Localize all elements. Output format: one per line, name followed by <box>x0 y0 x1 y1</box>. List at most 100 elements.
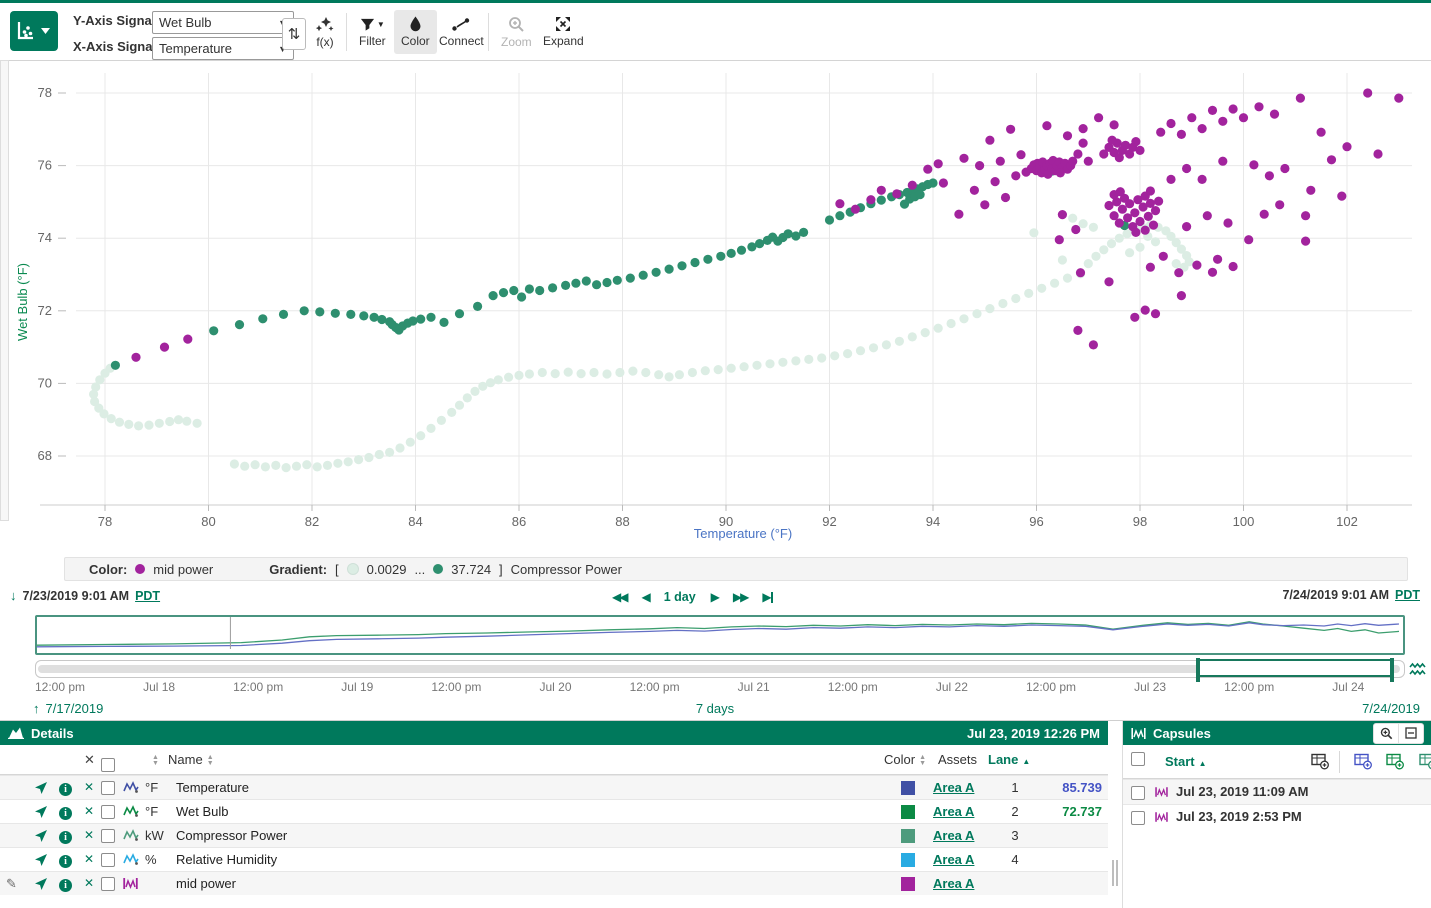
scatter-point[interactable] <box>1073 149 1082 158</box>
scatter-point[interactable] <box>1394 94 1403 103</box>
scatter-point[interactable] <box>313 462 322 471</box>
scatter-point[interactable] <box>463 393 472 402</box>
expand-button[interactable]: Expand <box>536 10 591 54</box>
info-icon[interactable]: i <box>59 807 72 820</box>
range-selection[interactable] <box>1196 659 1394 677</box>
scatter-point[interactable] <box>954 210 963 219</box>
scatter-point[interactable] <box>1213 255 1222 264</box>
scatter-point[interactable] <box>784 229 793 238</box>
scatter-point[interactable] <box>354 455 363 464</box>
timezone-link[interactable]: PDT <box>1395 588 1420 602</box>
scatter-point[interactable] <box>1174 268 1183 277</box>
scatter-point[interactable] <box>1270 110 1279 119</box>
scatter-point[interactable] <box>1029 228 1038 237</box>
scatter-point[interactable] <box>1208 268 1217 277</box>
row-checkbox[interactable] <box>1131 786 1145 800</box>
scatter-point[interactable] <box>1050 279 1059 288</box>
scatter-point[interactable] <box>830 351 839 360</box>
scatter-point[interactable] <box>765 359 774 368</box>
scatter-point[interactable] <box>908 181 917 190</box>
scatter-point[interactable] <box>1037 284 1046 293</box>
scatter-point[interactable] <box>364 453 373 462</box>
scatter-point[interactable] <box>535 286 544 295</box>
scatter-point[interactable] <box>494 375 503 384</box>
scatter-point[interactable] <box>727 364 736 373</box>
row-checkbox[interactable] <box>101 853 115 867</box>
scatter-point[interactable] <box>1363 88 1372 97</box>
scatter-point[interactable] <box>489 291 498 300</box>
range-scrollbar-track[interactable] <box>35 660 1405 678</box>
scatter-point[interactable] <box>124 420 133 429</box>
scatter-point[interactable] <box>804 355 813 364</box>
zoom-to-capsule-button[interactable] <box>1373 723 1399 744</box>
scatter-point[interactable] <box>144 421 153 430</box>
scatter-point[interactable] <box>928 178 937 187</box>
scatter-point[interactable] <box>1151 237 1160 246</box>
timezone-link[interactable]: PDT <box>135 589 160 603</box>
scatter-point[interactable] <box>344 457 353 466</box>
scatter-point[interactable] <box>182 417 191 426</box>
scatter-point[interactable] <box>1154 197 1163 206</box>
scatter-point[interactable] <box>980 200 989 209</box>
scatter-point[interactable] <box>1249 160 1258 169</box>
scatter-point[interactable] <box>1239 113 1248 122</box>
scatter-point[interactable] <box>791 356 800 365</box>
scatter-point[interactable] <box>1327 155 1336 164</box>
scatter-point[interactable] <box>561 281 570 290</box>
remove-all-icon[interactable]: ✕ <box>84 745 95 774</box>
scatter-point[interactable] <box>408 316 417 325</box>
scatter-point[interactable] <box>970 186 979 195</box>
scatter-point[interactable] <box>1125 248 1134 257</box>
scatter-point[interactable] <box>892 189 901 198</box>
scatter-point[interactable] <box>331 309 340 318</box>
scatter-point[interactable] <box>1131 137 1140 146</box>
add-column-icon[interactable] <box>1311 753 1330 770</box>
scatter-point[interactable] <box>1104 277 1113 286</box>
scatter-point[interactable] <box>778 358 787 367</box>
scatter-point[interactable] <box>1116 187 1125 196</box>
scatter-point[interactable] <box>1089 223 1098 232</box>
scatter-point[interactable] <box>1146 186 1155 195</box>
scatter-point[interactable] <box>115 418 124 427</box>
scatter-point[interactable] <box>111 361 120 370</box>
step-forward-fast-button[interactable]: ▶▶ <box>733 590 747 604</box>
scatter-point[interactable] <box>548 283 557 292</box>
scatter-point[interactable] <box>1218 117 1227 126</box>
scatter-point[interactable] <box>1084 157 1093 166</box>
scatter-point[interactable] <box>975 161 984 170</box>
scatter-point[interactable] <box>869 343 878 352</box>
scatter-point[interactable] <box>654 370 663 379</box>
scatter-point[interactable] <box>258 314 267 323</box>
scatter-point[interactable] <box>1125 199 1134 208</box>
info-icon[interactable]: i <box>59 879 72 892</box>
scatter-point[interactable] <box>851 205 860 214</box>
scatter-point[interactable] <box>333 459 342 468</box>
asset-link[interactable]: Area A <box>933 800 974 823</box>
scatter-point[interactable] <box>1055 235 1064 244</box>
scatter-point[interactable] <box>1016 150 1025 159</box>
scatter-point[interactable] <box>641 368 650 377</box>
scatter-point[interactable] <box>1107 239 1116 248</box>
scatter-point[interactable] <box>359 311 368 320</box>
scatter-point[interactable] <box>455 401 464 410</box>
scatter-point[interactable] <box>439 318 448 327</box>
scatter-point[interactable] <box>1159 252 1168 261</box>
scatter-point[interactable] <box>416 431 425 440</box>
scatter-point[interactable] <box>302 460 311 469</box>
scatter-point[interactable] <box>1011 294 1020 303</box>
scatter-point[interactable] <box>1172 259 1181 268</box>
capsule-time-icon[interactable] <box>1408 659 1426 680</box>
remove-icon[interactable]: ✕ <box>84 872 94 895</box>
scatter-point[interactable] <box>447 408 456 417</box>
scatter-point[interactable] <box>985 304 994 313</box>
scatter-point[interactable] <box>1301 237 1310 246</box>
scatter-point[interactable] <box>564 368 573 377</box>
scatter-point[interactable] <box>165 417 174 426</box>
scatter-point[interactable] <box>1110 120 1119 129</box>
scatter-point[interactable] <box>1166 175 1175 184</box>
panel-splitter[interactable] <box>1108 721 1122 908</box>
scatter-point[interactable] <box>1071 225 1080 234</box>
scatter-point[interactable] <box>602 369 611 378</box>
scatter-point[interactable] <box>1149 221 1158 230</box>
scatter-point[interactable] <box>1042 121 1051 130</box>
